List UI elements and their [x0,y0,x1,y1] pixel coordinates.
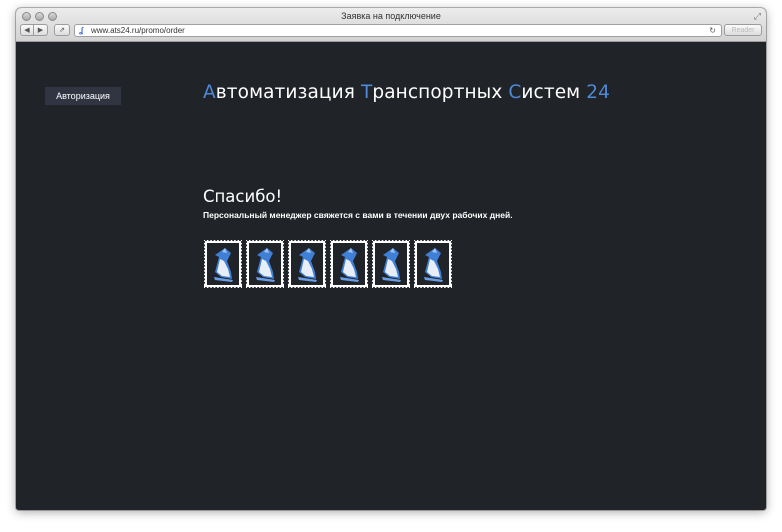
window-title: Заявка на подключение [341,11,441,21]
penguin-stamp-icon [413,239,453,289]
reload-icon[interactable]: ↻ [709,25,716,36]
brand-word: втоматизация [215,82,361,103]
confirmation-message: Персональный менеджер свяжется с вами в … [203,210,513,220]
browser-window: Заявка на подключение ⤢ ◀ ▶ ⇗ ʆ www.ats2… [16,8,766,510]
penguin-stamp-icon [371,239,411,289]
brand-initial: А [203,82,216,103]
penguin-stamp-icon [245,239,285,289]
penguin-stamp-icon [287,239,327,289]
page-title: Спасибо! [203,187,283,206]
share-button[interactable]: ⇗ [54,24,70,36]
back-button[interactable]: ◀ [20,24,34,36]
brand-initial: С [508,82,522,103]
penguin-stamp-icon [329,239,369,289]
brand-word: истем [521,82,587,103]
penguin-stamp-icon [203,239,243,289]
favicon-icon: ʆ [79,26,84,35]
site-brand-title[interactable]: Автоматизация Транспортных Систем 24 [203,82,610,103]
brand-initial: Т [360,82,373,103]
browser-toolbar: Заявка на подключение ⤢ ◀ ▶ ⇗ ʆ www.ats2… [16,8,766,42]
brand-number: 24 [586,82,610,103]
nav-buttons: ◀ ▶ [20,24,48,36]
page-content: Авторизация Автоматизация Транспортных С… [16,42,766,510]
stamp-row [203,239,453,289]
address-bar[interactable]: ʆ www.ats24.ru/promo/order ↻ [74,24,722,37]
fullscreen-icon[interactable]: ⤢ [754,11,761,22]
brand-word: ранспортных [372,82,509,103]
forward-button[interactable]: ▶ [34,24,48,36]
url-text[interactable]: www.ats24.ru/promo/order [91,26,185,36]
auth-button[interactable]: Авторизация [45,87,121,105]
reader-button[interactable]: Reader [724,24,762,36]
